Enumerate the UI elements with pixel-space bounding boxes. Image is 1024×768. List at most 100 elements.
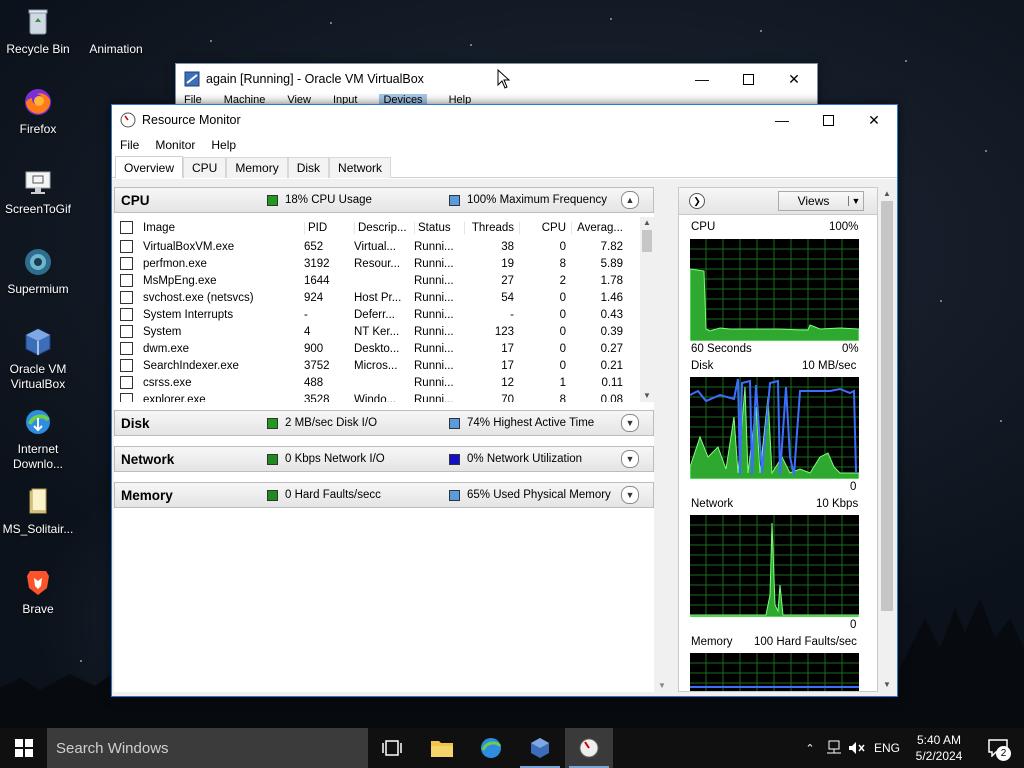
menu-file[interactable]: File bbox=[120, 138, 139, 152]
collapse-pane-icon[interactable]: ❯ bbox=[689, 193, 705, 209]
supermium-icon bbox=[25, 249, 51, 275]
firefox-icon bbox=[25, 89, 51, 115]
desktop-icon-firefox[interactable]: Firefox bbox=[0, 86, 76, 137]
menu-help[interactable]: Help bbox=[211, 138, 236, 152]
disk-section-header[interactable]: Disk 2 MB/sec Disk I/O 74% Highest Activ… bbox=[114, 410, 654, 436]
taskbar-internet-download-manager[interactable] bbox=[467, 728, 515, 768]
tab-network[interactable]: Network bbox=[329, 157, 392, 178]
disk-graph-min: 0 bbox=[850, 481, 857, 493]
show-hidden-icons-chevron-icon[interactable]: ⌃ bbox=[802, 742, 818, 755]
close-button[interactable]: ✕ bbox=[851, 105, 897, 135]
process-table-scrollbar[interactable]: ▲ ▼ bbox=[640, 217, 654, 402]
scroll-down-icon[interactable]: ▼ bbox=[879, 678, 895, 692]
taskbar-virtualbox[interactable] bbox=[516, 728, 564, 768]
views-dropdown[interactable]: Views ▼ bbox=[778, 191, 864, 211]
table-row[interactable]: MsMpEng.exe 1644 Runni... 27 2 1.78 bbox=[114, 272, 640, 289]
resource-monitor-titlebar[interactable]: Resource Monitor — ✕ bbox=[112, 105, 897, 135]
expand-chevron-icon[interactable]: ▼ bbox=[621, 486, 639, 504]
row-checkbox[interactable] bbox=[120, 291, 133, 304]
column-header-cpu[interactable]: CPU bbox=[519, 221, 571, 234]
row-checkbox[interactable] bbox=[120, 342, 133, 355]
desktop-icon-virtualbox[interactable]: Oracle VM VirtualBox bbox=[0, 326, 76, 392]
row-checkbox[interactable] bbox=[120, 274, 133, 287]
minimize-button[interactable]: — bbox=[679, 64, 725, 94]
cpu-section-header[interactable]: CPU 18% CPU Usage 100% Maximum Frequency… bbox=[114, 187, 654, 213]
cell-image: System Interrupts bbox=[143, 308, 234, 321]
tab-disk[interactable]: Disk bbox=[287, 157, 330, 178]
cell-description: Deskto... bbox=[354, 342, 400, 355]
desktop-icon-screentogif[interactable]: ScreenToGif bbox=[0, 166, 76, 217]
table-row[interactable]: csrss.exe 488 Runni... 12 1 0.11 bbox=[114, 374, 640, 391]
task-view-button[interactable] bbox=[368, 728, 416, 768]
table-row[interactable]: perfmon.exe 3192 Resour... Runni... 19 8 5.89 bbox=[114, 255, 640, 272]
maximize-button[interactable] bbox=[725, 64, 771, 94]
row-checkbox[interactable] bbox=[120, 393, 133, 402]
expand-chevron-icon[interactable]: ▼ bbox=[621, 450, 639, 468]
table-row[interactable]: SearchIndexer.exe 3752 Micros... Runni... 17… bbox=[114, 357, 640, 374]
volume-muted-icon[interactable] bbox=[848, 740, 866, 756]
collapse-chevron-icon[interactable]: ▲ bbox=[621, 191, 639, 209]
resource-monitor-window[interactable]: Resource Monitor — ✕ File Monitor Help O… bbox=[111, 104, 898, 697]
table-row[interactable]: explorer.exe 3528 Windo... Runni... 70 8 0.08 bbox=[114, 391, 640, 402]
column-header-average-cpu[interactable]: Averag... bbox=[571, 221, 629, 234]
table-row[interactable]: dwm.exe 900 Deskto... Runni... 17 0 0.27 bbox=[114, 340, 640, 357]
desktop-icon-brave[interactable]: Brave bbox=[0, 566, 76, 617]
scroll-up-icon[interactable]: ▲ bbox=[640, 217, 654, 229]
table-row[interactable]: System Interrupts - Deferr... Runni... - 0 0.4… bbox=[114, 306, 640, 323]
clock[interactable]: 5:40 AM 5/2/2024 bbox=[910, 728, 968, 768]
column-header-pid[interactable]: PID bbox=[304, 221, 354, 234]
table-row[interactable]: svchost.exe (netsvcs) 924 Host Pr... Runni.… bbox=[114, 289, 640, 306]
desktop-icon-supermium[interactable]: Supermium bbox=[0, 246, 76, 297]
expand-chevron-icon[interactable]: ▼ bbox=[621, 414, 639, 432]
desktop-icon-ms-solitaire[interactable]: MS_Solitair... bbox=[0, 486, 76, 537]
column-header-image[interactable]: Image bbox=[143, 222, 304, 234]
taskbar-resource-monitor[interactable] bbox=[565, 728, 613, 768]
column-header-status[interactable]: Status bbox=[414, 221, 464, 234]
network-graph-max: 10 Kbps bbox=[816, 498, 859, 510]
table-row[interactable]: VirtualBoxVM.exe 652 Virtual... Runni... 38 0… bbox=[114, 238, 640, 255]
taskbar-search-box[interactable]: Search Windows bbox=[47, 728, 368, 768]
cpu-graph-time-span: 60 Seconds bbox=[691, 343, 752, 355]
close-button[interactable]: ✕ bbox=[771, 64, 817, 94]
row-checkbox[interactable] bbox=[120, 359, 133, 372]
graphs-pane-header: ❯ Views ▼ bbox=[679, 188, 877, 215]
desktop-icon-internet-download[interactable]: Internet Downlo... bbox=[0, 406, 76, 472]
column-header-threads[interactable]: Threads bbox=[464, 221, 519, 234]
select-all-checkbox[interactable] bbox=[120, 221, 133, 234]
network-icon[interactable] bbox=[824, 740, 842, 756]
cell-description: Micros... bbox=[354, 359, 398, 372]
tab-cpu[interactable]: CPU bbox=[183, 157, 227, 178]
row-checkbox[interactable] bbox=[120, 325, 133, 338]
cell-pid: 924 bbox=[304, 291, 324, 304]
desktop-icon-animation[interactable]: Animation bbox=[78, 6, 154, 57]
left-pane-scrollbar[interactable]: ▼ bbox=[655, 187, 669, 692]
tab-memory[interactable]: Memory bbox=[226, 157, 288, 178]
start-button[interactable] bbox=[0, 728, 48, 768]
cell-threads: 70 bbox=[501, 393, 514, 403]
disk-graph bbox=[690, 377, 859, 479]
graphs-pane-scrollbar[interactable]: ▲ ▼ bbox=[879, 187, 895, 692]
scroll-up-icon[interactable]: ▲ bbox=[879, 187, 895, 201]
tab-overview[interactable]: Overview bbox=[115, 156, 184, 178]
scroll-down-icon[interactable]: ▼ bbox=[655, 681, 669, 690]
table-row[interactable]: System 4 NT Ker... Runni... 123 0 0.39 bbox=[114, 323, 640, 340]
scrollbar-thumb[interactable] bbox=[642, 230, 652, 252]
memory-graph-max: 100 Hard Faults/sec bbox=[754, 636, 857, 648]
row-checkbox[interactable] bbox=[120, 240, 133, 253]
scrollbar-thumb[interactable] bbox=[881, 201, 893, 611]
table-header-row: Image PID Descrip... Status Threads CPU … bbox=[114, 219, 640, 236]
memory-section-header[interactable]: Memory 0 Hard Faults/secc 65% Used Physi… bbox=[114, 482, 654, 508]
taskbar-file-explorer[interactable] bbox=[418, 728, 466, 768]
input-language[interactable]: ENG bbox=[874, 741, 900, 755]
scroll-down-icon[interactable]: ▼ bbox=[640, 390, 654, 402]
maximize-button[interactable] bbox=[805, 105, 851, 135]
menu-monitor[interactable]: Monitor bbox=[155, 138, 195, 152]
column-header-description[interactable]: Descrip... bbox=[354, 221, 414, 234]
network-section-header[interactable]: Network 0 Kbps Network I/O 0% Network Ut… bbox=[114, 446, 654, 472]
minimize-button[interactable]: — bbox=[759, 105, 805, 135]
action-center-button[interactable]: 2 bbox=[980, 728, 1016, 768]
row-checkbox[interactable] bbox=[120, 257, 133, 270]
row-checkbox[interactable] bbox=[120, 308, 133, 321]
desktop-icon-recycle-bin[interactable]: Recycle Bin bbox=[0, 6, 76, 57]
row-checkbox[interactable] bbox=[120, 376, 133, 389]
